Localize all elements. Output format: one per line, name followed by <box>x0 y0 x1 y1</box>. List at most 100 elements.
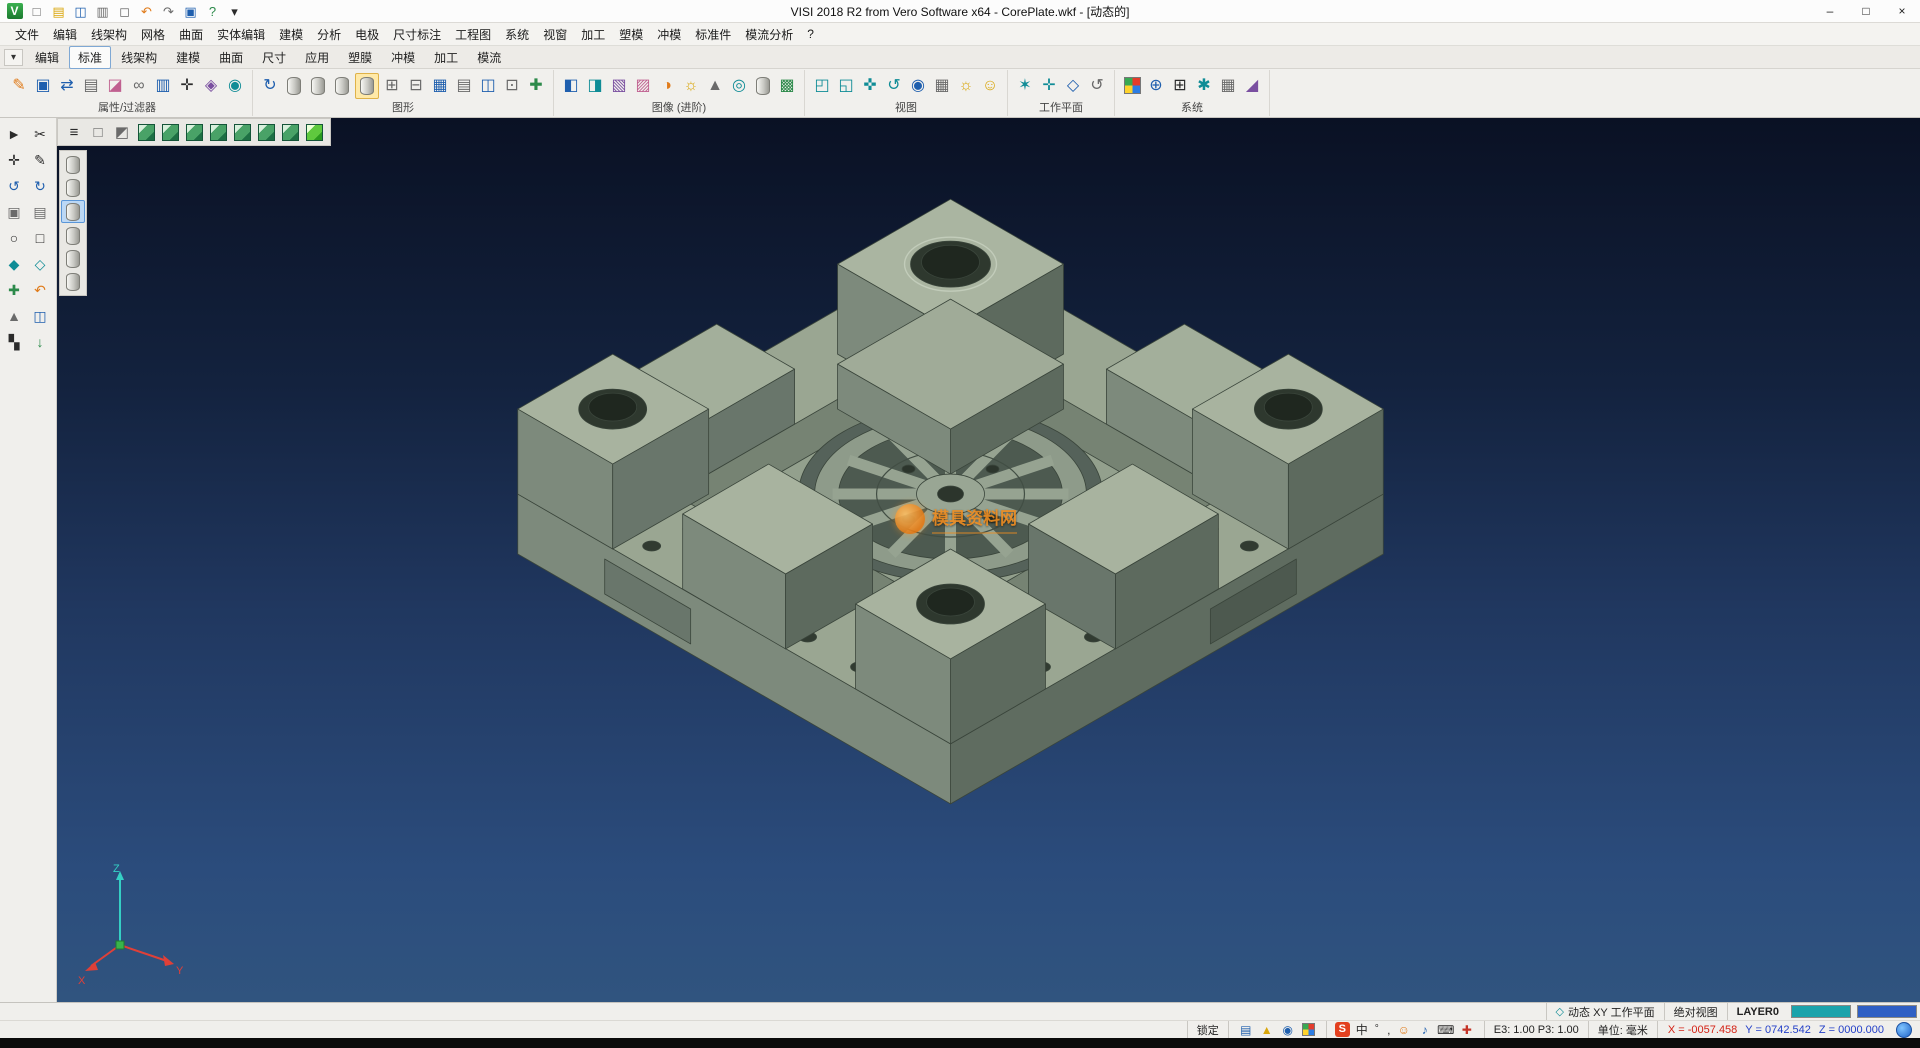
contrast-icon[interactable]: ◑ <box>656 74 678 98</box>
visi-logo-icon[interactable] <box>4 2 25 21</box>
workplane-indicator[interactable]: ◇ 动态 XY 工作平面 <box>1546 1003 1664 1020</box>
ungroup-box-icon[interactable]: ⊟ <box>405 74 427 98</box>
tab-dimension[interactable]: 尺寸 <box>253 46 295 69</box>
settings-status-icon[interactable]: ◉ <box>1279 1022 1297 1037</box>
save-icon[interactable]: ◫ <box>70 2 91 21</box>
viewport-3d[interactable]: ≡□◩ 模具资料网 Z X Y <box>57 118 1920 1002</box>
tab-standard[interactable]: 标准 <box>69 46 111 69</box>
filter-list-icon[interactable]: ▤ <box>80 74 102 98</box>
select-face-icon[interactable]: ◩ <box>111 121 133 143</box>
doc-slot-icon[interactable] <box>62 248 84 269</box>
snap-settings-icon[interactable]: ✱ <box>1193 74 1215 98</box>
active-layer-cylinder-icon[interactable] <box>355 73 379 99</box>
zoom-fit-icon[interactable]: ◱ <box>835 74 857 98</box>
pattern-icon[interactable]: ▩ <box>776 74 798 98</box>
preview-icon[interactable]: ◻ <box>114 2 135 21</box>
triangle-mesh-icon[interactable]: ▲ <box>2 305 26 327</box>
color-swatch-teal[interactable] <box>1791 1005 1851 1018</box>
transparency-icon[interactable]: ◎ <box>728 74 750 98</box>
add-entity-icon[interactable]: ✚ <box>2 279 26 301</box>
doc-slot-icon[interactable] <box>62 154 84 175</box>
magic-select-icon[interactable]: ◈ <box>200 74 222 98</box>
toolbar-caret-icon[interactable]: ▾ <box>4 49 23 66</box>
rotate-view-icon[interactable]: ↺ <box>883 74 905 98</box>
viewport-menu-icon[interactable]: ≡ <box>63 121 85 143</box>
layer-cylinder-icon[interactable] <box>331 74 353 98</box>
tab-wireframe[interactable]: 线架构 <box>112 46 166 69</box>
tab-modeling[interactable]: 建模 <box>167 46 209 69</box>
view-center-icon[interactable]: ◉ <box>907 74 929 98</box>
tab-mold[interactable]: 塑膜 <box>339 46 381 69</box>
menu-edit[interactable]: 编辑 <box>46 24 84 45</box>
close-button[interactable]: × <box>1884 0 1920 22</box>
menu-standard-parts[interactable]: 标准件 <box>688 24 738 45</box>
new-file-icon[interactable]: □ <box>26 2 47 21</box>
palette-status-icon[interactable] <box>1300 1022 1318 1037</box>
material-icon[interactable]: ▨ <box>632 74 654 98</box>
eraser-icon[interactable]: ◪ <box>104 74 126 98</box>
workplane-rotate-icon[interactable]: ↺ <box>1086 74 1108 98</box>
matrix-icon[interactable]: ▦ <box>1217 74 1239 98</box>
doc-slot-active-icon[interactable] <box>61 200 85 223</box>
tab-application[interactable]: 应用 <box>296 46 338 69</box>
menu-die[interactable]: 冲模 <box>650 24 688 45</box>
grid-layers-icon[interactable]: ▦ <box>429 74 451 98</box>
sogou-input-icon[interactable]: S <box>1335 1022 1350 1037</box>
doc-slot-icon[interactable] <box>62 271 84 292</box>
filter-columns-icon[interactable]: ▥ <box>152 74 174 98</box>
tab-die[interactable]: 冲模 <box>382 46 424 69</box>
rect-icon[interactable]: □ <box>28 227 52 249</box>
zoom-window-icon[interactable]: ◰ <box>811 74 833 98</box>
quickbar-caret-icon[interactable]: ▾ <box>224 2 245 21</box>
minimize-button[interactable]: – <box>1812 0 1848 22</box>
multi-view-icon[interactable]: ▦ <box>931 74 953 98</box>
menu-help[interactable]: ? <box>800 25 821 43</box>
network-globe-icon[interactable] <box>1896 1022 1912 1038</box>
hatch-icon[interactable]: ▚ <box>2 331 26 353</box>
view-cube-back-icon[interactable] <box>255 121 277 143</box>
menu-dimension[interactable]: 尺寸标注 <box>386 24 448 45</box>
surface-analysis-icon[interactable]: ◢ <box>1241 74 1263 98</box>
color-grid-icon[interactable] <box>1121 74 1143 98</box>
sketch-icon[interactable]: ✎ <box>28 149 52 171</box>
menu-window[interactable]: 视窗 <box>536 24 574 45</box>
half-render-icon[interactable]: ◨ <box>584 74 606 98</box>
light-icon[interactable]: ☼ <box>680 74 702 98</box>
menu-modeling[interactable]: 建模 <box>272 24 310 45</box>
maximize-button[interactable]: □ <box>1848 0 1884 22</box>
color-swatch-blue[interactable] <box>1857 1005 1917 1018</box>
attribute-paint-icon[interactable]: ✎ <box>8 74 30 98</box>
point-icon[interactable]: ✛ <box>2 149 26 171</box>
voice-input-icon[interactable]: ♪ <box>1416 1022 1434 1037</box>
sun-light-icon[interactable]: ☼ <box>955 74 977 98</box>
workplane-star-icon[interactable]: ✶ <box>1014 74 1036 98</box>
menu-machining[interactable]: 加工 <box>574 24 612 45</box>
doc-slot-icon[interactable] <box>62 177 84 198</box>
refresh-redraw-icon[interactable]: ↻ <box>259 74 281 98</box>
emoji-picker-icon[interactable]: ☺ <box>1395 1022 1413 1037</box>
menu-flow-analysis[interactable]: 模流分析 <box>738 24 800 45</box>
group-box-icon[interactable]: ⊞ <box>381 74 403 98</box>
print-icon[interactable]: ▥ <box>92 2 113 21</box>
grid-settings-icon[interactable]: ⊞ <box>1169 74 1191 98</box>
redo-icon[interactable]: ↷ <box>158 2 179 21</box>
layer-cylinder-icon[interactable] <box>307 74 329 98</box>
menu-wireframe[interactable]: 线架构 <box>84 24 134 45</box>
soft-keyboard-icon[interactable]: ⌨ <box>1437 1022 1455 1037</box>
pan-icon[interactable]: ✜ <box>859 74 881 98</box>
view-cube-bottom-icon[interactable] <box>279 121 301 143</box>
window-view-icon[interactable]: ◫ <box>28 305 52 327</box>
view-cube-right-icon[interactable] <box>207 121 229 143</box>
menu-mesh[interactable]: 网格 <box>134 24 172 45</box>
split-view-icon[interactable]: ◫ <box>477 74 499 98</box>
render-smiley-icon[interactable]: ☺ <box>979 74 1001 98</box>
workplane-origin-icon[interactable]: ✛ <box>1038 74 1060 98</box>
texture-icon[interactable]: ▧ <box>608 74 630 98</box>
open-file-icon[interactable]: ▤ <box>48 2 69 21</box>
lock-toggle[interactable]: 锁定 <box>1187 1021 1228 1038</box>
circle-icon[interactable]: ○ <box>2 227 26 249</box>
add-graphics-icon[interactable]: ✚ <box>525 74 547 98</box>
menu-electrode[interactable]: 电极 <box>348 24 386 45</box>
menu-system[interactable]: 系统 <box>498 24 536 45</box>
select-arrow-icon[interactable]: ► <box>2 123 26 145</box>
